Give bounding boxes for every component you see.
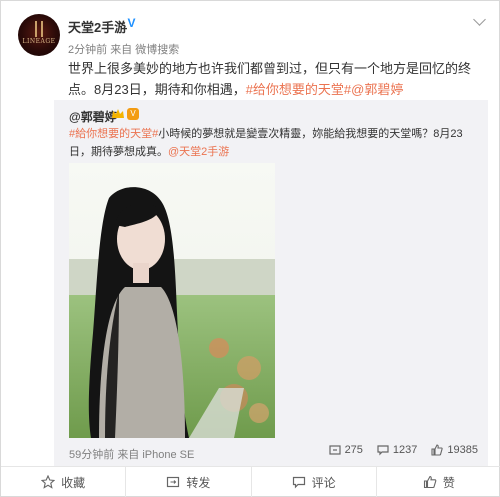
verified-badge-icon: V [125,17,138,30]
repost-button[interactable]: 转发 [126,467,252,497]
repost-block: @郭碧婷 V #給你想要的天堂#小時候的夢想就是變壹次精靈，妳能給我想要的天堂嗎… [54,100,488,466]
repost-username[interactable]: @郭碧婷 [69,108,117,125]
repost-comment-count-button[interactable]: 1237 [377,444,417,456]
repost-like-count-button[interactable]: 19385 [431,444,478,456]
like-count: 19385 [447,444,478,456]
topic-link[interactable]: #给你想要的天堂# [246,82,351,97]
comment-icon [377,445,389,456]
thumbs-up-icon [423,475,437,489]
like-label: 赞 [442,475,455,490]
post-meta: 2分钟前 来自 微博搜索 [68,41,179,57]
comment-button[interactable]: 评论 [252,467,377,497]
post-time[interactable]: 2分钟前 [68,44,107,56]
repost-topic-link[interactable]: #給你想要的天堂# [69,128,158,140]
post-username[interactable]: 天堂2手游 [68,17,127,36]
comment-count: 1237 [392,444,418,456]
favorite-button[interactable]: 收藏 [1,467,127,497]
like-button[interactable]: 赞 [377,467,500,497]
repost-icon [167,476,180,488]
repost-meta: 59分钟前 来自 iPhone SE [69,446,194,462]
repost-actions: 275 1237 19385 [328,444,478,456]
favorite-label: 收藏 [61,475,86,490]
avatar-logo-text: LINEAGE [22,38,56,45]
post-source-prefix: 来自 [110,44,133,56]
post-source[interactable]: 微博搜索 [135,44,179,56]
portrait-image [69,163,275,438]
vip-badge-icon: V [127,108,139,120]
weibo-card: LINEAGE 天堂2手游 V 2分钟前 来自 微博搜索 世界上很多美妙的地方也… [0,0,500,497]
avatar[interactable]: LINEAGE [18,14,60,56]
repost-text: #給你想要的天堂#小時候的夢想就是變壹次精靈，妳能給我想要的天堂嗎？8月23日，… [69,125,479,161]
comment-icon [292,476,305,489]
post-text: 世界上很多美妙的地方也许我们都曾到过，但只有一个地方是回忆的终点。8月23日，期… [68,58,488,100]
mention-link[interactable]: @郭碧婷 [351,82,403,97]
repost-repost-count-button[interactable]: 275 [328,444,363,456]
repost-time[interactable]: 59分钟前 [69,449,114,461]
chevron-down-icon[interactable] [473,13,486,26]
repost-photo[interactable] [69,163,275,438]
lineage-logo-icon [35,21,43,37]
thumbs-up-icon [431,444,444,456]
repost-mention-link[interactable]: @天堂2手游 [168,146,229,158]
comment-label: 评论 [311,475,336,490]
crown-icon [112,109,124,118]
repost-label: 转发 [186,475,211,490]
repost-source[interactable]: 来自 iPhone SE [117,449,194,461]
repost-count: 275 [344,444,363,456]
star-icon [41,475,56,489]
action-bar: 收藏 转发 评论 赞 [1,466,500,497]
repost-icon [328,445,341,455]
